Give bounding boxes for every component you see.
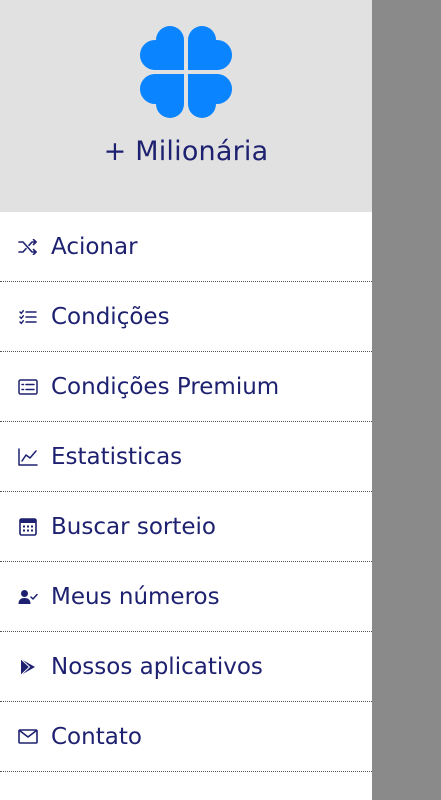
menu-item-label: Nossos aplicativos: [51, 653, 263, 680]
app-title: + Milionária: [103, 136, 269, 167]
menu-item-buscar-sorteio[interactable]: Buscar sorteio: [0, 492, 372, 562]
menu-item-label: Estatisticas: [51, 443, 183, 470]
menu-item-label: Buscar sorteio: [51, 513, 216, 540]
drawer-scrim[interactable]: [372, 0, 441, 800]
menu-item-label: Condições Premium: [51, 373, 280, 400]
menu-item-label: Acionar: [51, 233, 138, 260]
menu-item-label: Contato: [51, 723, 142, 750]
clover-icon: [139, 26, 233, 118]
calendar-icon: [18, 517, 38, 537]
menu-item-estatisticas[interactable]: Estatisticas: [0, 422, 372, 492]
menu-item-contato[interactable]: Contato: [0, 702, 372, 772]
line-chart-icon: [18, 447, 38, 467]
mail-icon: [18, 727, 38, 747]
menu-item-label: Condições: [51, 303, 170, 330]
play-store-icon: [18, 657, 38, 677]
navigation-drawer: + Milionária Acionar Condições Condições…: [0, 0, 372, 800]
user-check-icon: [18, 587, 38, 607]
menu-item-condicoes[interactable]: Condições: [0, 282, 372, 352]
menu-item-acionar[interactable]: Acionar: [0, 212, 372, 282]
menu-item-condicoes-premium[interactable]: Condições Premium: [0, 352, 372, 422]
drawer-header: + Milionária: [0, 0, 372, 212]
menu-item-nossos-aplicativos[interactable]: Nossos aplicativos: [0, 632, 372, 702]
menu-item-meus-numeros[interactable]: Meus números: [0, 562, 372, 632]
shuffle-icon: [18, 237, 38, 257]
checklist-icon: [18, 307, 38, 327]
list-card-icon: [18, 377, 38, 397]
menu-item-label: Meus números: [51, 583, 220, 610]
drawer-menu: Acionar Condições Condições Premium Esta…: [0, 212, 372, 772]
